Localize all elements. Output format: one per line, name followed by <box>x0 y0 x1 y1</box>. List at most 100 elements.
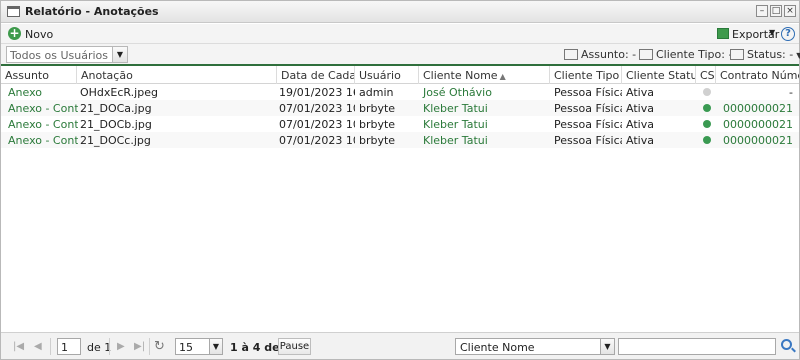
search-input[interactable] <box>618 338 776 355</box>
column-header-cliente-nome[interactable]: Cliente Nome ▲ <box>419 66 550 84</box>
cell-cliente-nome: Kleber Tatui <box>423 134 488 147</box>
filter-assunto[interactable]: Assunto: -▼ <box>564 48 645 61</box>
table-row[interactable]: Anexo - Contrato 21_DOCa.jpg 07/01/2023 … <box>1 100 799 116</box>
filter-toolbar: Todos os Usuários ▼ Assunto: -▼ Cliente … <box>1 44 800 66</box>
filter-cliente-tipo-label: Cliente Tipo: - <box>656 48 733 61</box>
divider <box>50 338 51 355</box>
search-icon[interactable] <box>781 339 792 350</box>
cell-cliente-tipo: Pessoa Física <box>554 102 622 115</box>
users-select[interactable]: Todos os Usuários ▼ <box>6 46 128 63</box>
cell-cliente-nome: Kleber Tatui <box>423 118 488 131</box>
filter-assunto-label: Assunto: - <box>581 48 637 61</box>
divider <box>149 338 150 355</box>
cell-anotacao: OHdxEcR.jpeg <box>80 86 158 99</box>
cell-cliente-status: Ativa <box>626 134 654 147</box>
cell-anotacao: 21_DOCa.jpg <box>80 102 152 115</box>
cell-assunto: Anexo <box>8 86 42 99</box>
cell-data-cadastro: 07/01/2023 10:45 <box>279 134 355 147</box>
table-row[interactable]: Anexo - Contrato 21_DOCb.jpg 07/01/2023 … <box>1 116 799 132</box>
column-header-data-cadastro[interactable]: Data de Cadastro <box>277 66 355 84</box>
status-dot-icon <box>703 104 711 112</box>
users-select-value: Todos os Usuários <box>10 49 109 62</box>
cell-usuario: admin <box>359 86 394 99</box>
cell-data-cadastro: 07/01/2023 10:40 <box>279 118 355 131</box>
title-bar: Relatório - Anotações – □ × <box>1 1 799 23</box>
page-total-label: de 1 <box>87 341 112 354</box>
status-dot-icon <box>703 120 711 128</box>
table-row[interactable]: Anexo - Contrato 21_DOCc.jpg 07/01/2023 … <box>1 132 799 148</box>
page-size-select[interactable]: 15 ▼ <box>175 338 223 355</box>
list-icon <box>730 49 744 60</box>
list-icon <box>639 49 653 60</box>
first-page-icon[interactable]: |◀ <box>13 341 24 352</box>
column-header-contrato-numero[interactable]: Contrato Número <box>716 66 799 84</box>
grid-body: Anexo OHdxEcR.jpeg 19/01/2023 16:17 admi… <box>1 84 799 331</box>
search-field-value: Cliente Nome <box>460 341 535 354</box>
pause-button[interactable]: Pause <box>278 338 311 355</box>
window-title: Relatório - Anotações <box>25 5 159 18</box>
column-header-anotacao[interactable]: Anotação <box>77 66 277 84</box>
column-header-assunto[interactable]: Assunto <box>1 66 77 84</box>
cell-anotacao: 21_DOCc.jpg <box>80 134 151 147</box>
filter-cliente-tipo[interactable]: Cliente Tipo: -▼ <box>639 48 742 61</box>
search-field-select[interactable]: Cliente Nome ▼ <box>455 338 615 355</box>
cell-cliente-status: Ativa <box>626 86 654 99</box>
status-dot-icon <box>703 88 711 96</box>
prev-page-icon[interactable]: ◀ <box>34 341 42 352</box>
grid-header: Assunto Anotação Data de Cadastro Usuári… <box>1 66 799 84</box>
filter-status-label: Status: - <box>747 48 794 61</box>
filter-status[interactable]: Status: - ▼ <box>730 48 800 61</box>
last-page-icon[interactable]: ▶| <box>134 341 145 352</box>
column-header-cliente-nome-label: Cliente Nome <box>423 69 498 82</box>
add-icon[interactable]: + <box>8 27 21 40</box>
column-header-cliente-tipo[interactable]: Cliente Tipo <box>550 66 622 84</box>
list-icon <box>564 49 578 60</box>
chevron-down-icon[interactable]: ▼ <box>112 47 127 62</box>
cell-cliente-nome: Kleber Tatui <box>423 102 488 115</box>
help-icon[interactable]: ? <box>781 27 795 41</box>
minimize-button[interactable]: – <box>756 5 768 17</box>
chevron-down-icon[interactable]: ▼ <box>769 28 775 37</box>
cell-assunto: Anexo - Contrato <box>8 134 78 147</box>
cell-cliente-tipo: Pessoa Física <box>554 118 622 131</box>
table-row[interactable]: Anexo OHdxEcR.jpeg 19/01/2023 16:17 admi… <box>1 84 799 100</box>
cell-data-cadastro: 19/01/2023 16:17 <box>279 86 355 99</box>
page-input[interactable]: 1 <box>57 338 81 355</box>
cell-usuario: brbyte <box>359 102 396 115</box>
divider <box>109 338 110 355</box>
cell-usuario: brbyte <box>359 118 396 131</box>
cell-contrato-numero: 0000000021 <box>723 118 793 131</box>
cell-cliente-status: Ativa <box>626 118 654 131</box>
status-dot-icon <box>703 136 711 144</box>
cell-anotacao: 21_DOCb.jpg <box>80 118 152 131</box>
sort-asc-icon: ▲ <box>499 72 506 81</box>
main-toolbar: + Novo Exportar ▼ ? <box>1 24 799 44</box>
report-window: Relatório - Anotações – □ × + Novo Expor… <box>0 0 800 360</box>
cell-contrato-numero: 0000000021 <box>723 102 793 115</box>
maximize-button[interactable]: □ <box>770 5 782 17</box>
next-page-icon[interactable]: ▶ <box>117 341 125 352</box>
cell-contrato-numero: 0000000021 <box>723 134 793 147</box>
cell-assunto: Anexo - Contrato <box>8 118 78 131</box>
chevron-down-icon: ▼ <box>796 51 800 60</box>
page-size-value: 15 <box>179 341 193 354</box>
cell-cliente-tipo: Pessoa Física <box>554 134 622 147</box>
chevron-down-icon[interactable]: ▼ <box>209 339 222 354</box>
cell-assunto: Anexo - Contrato <box>8 102 78 115</box>
column-header-cs[interactable]: CS <box>696 66 716 84</box>
refresh-icon[interactable]: ↻ <box>154 339 165 354</box>
close-button[interactable]: × <box>784 5 796 17</box>
cell-cliente-nome: José Othávio <box>423 86 492 99</box>
pagination-bar: |◀ ◀ 1 de 1 ▶ ▶| ↻ 15 ▼ 1 à 4 de 4 Pause… <box>1 332 799 359</box>
cell-data-cadastro: 07/01/2023 10:39 <box>279 102 355 115</box>
cell-cliente-tipo: Pessoa Física <box>554 86 622 99</box>
window-icon <box>7 6 20 17</box>
cell-contrato-numero: - <box>789 86 793 99</box>
column-header-usuario[interactable]: Usuário <box>355 66 419 84</box>
cell-usuario: brbyte <box>359 134 396 147</box>
column-header-cliente-status[interactable]: Cliente Status <box>622 66 696 84</box>
new-button[interactable]: Novo <box>25 28 53 41</box>
chevron-down-icon[interactable]: ▼ <box>600 339 614 354</box>
cell-cliente-status: Ativa <box>626 102 654 115</box>
export-icon[interactable] <box>717 28 729 39</box>
